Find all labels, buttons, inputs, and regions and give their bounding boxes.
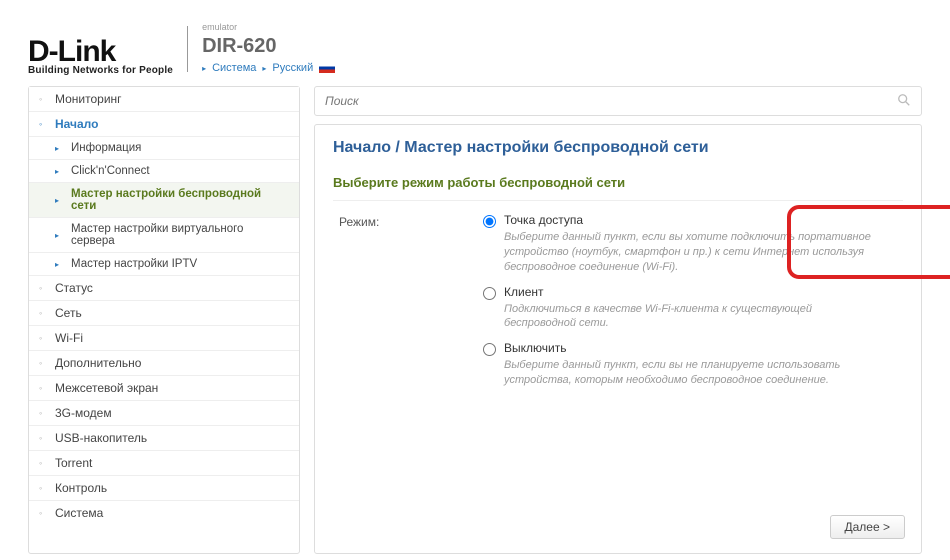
divider bbox=[333, 200, 903, 201]
logo-sub-text: Building Networks for People bbox=[28, 65, 173, 76]
sidebar: Мониторинг Начало Информация Click'n'Connec… bbox=[28, 86, 300, 554]
chevron-icon bbox=[39, 283, 47, 293]
model-name: DIR-620 bbox=[202, 35, 335, 58]
vertical-divider bbox=[187, 26, 188, 72]
emulator-label: emulator bbox=[202, 22, 335, 32]
sidebar-item[interactable]: Wi-Fi bbox=[29, 326, 299, 351]
chevron-icon bbox=[39, 433, 47, 443]
chevron-icon bbox=[39, 383, 47, 393]
mode-option[interactable]: Клиент Подключиться в качестве Wi-Fi-клие… bbox=[483, 285, 903, 332]
search-input[interactable] bbox=[325, 94, 897, 108]
mode-radio[interactable] bbox=[483, 343, 496, 356]
chevron-icon bbox=[39, 458, 47, 468]
sidebar-item-label: Межсетевой экран bbox=[55, 381, 158, 395]
sidebar-item[interactable]: Torrent bbox=[29, 451, 299, 476]
bullet-icon bbox=[55, 196, 63, 205]
content-panel: Начало / Мастер настройки беспроводной с… bbox=[314, 124, 922, 554]
sidebar-item[interactable]: Начало bbox=[29, 112, 299, 137]
sidebar-item-label: Click'n'Connect bbox=[71, 165, 150, 177]
sidebar-item-label: Мастер настройки IPTV bbox=[71, 258, 197, 270]
sidebar-subitem[interactable]: Click'n'Connect bbox=[29, 160, 299, 183]
next-button[interactable]: Далее > bbox=[830, 515, 906, 539]
mode-option-label: Точка доступа bbox=[504, 213, 884, 227]
mode-radio[interactable] bbox=[483, 215, 496, 228]
sidebar-item-label: Torrent bbox=[55, 456, 92, 470]
mode-options: Точка доступа Выберите данный пункт, если… bbox=[483, 213, 903, 398]
mode-radio[interactable] bbox=[483, 287, 496, 300]
logo: D-Link Building Networks for People bbox=[28, 38, 173, 76]
sidebar-item[interactable]: Дополнительно bbox=[29, 351, 299, 376]
mode-option-desc: Выберите данный пункт, если вы хотите по… bbox=[504, 230, 884, 275]
sidebar-item-label: USB-накопитель bbox=[55, 431, 147, 445]
link-system[interactable]: Система bbox=[212, 62, 256, 74]
sidebar-item-label: Контроль bbox=[55, 481, 107, 495]
mode-option-label: Клиент bbox=[504, 285, 884, 299]
sidebar-item[interactable]: Система bbox=[29, 501, 299, 525]
mode-option[interactable]: Точка доступа Выберите данный пункт, если… bbox=[483, 213, 903, 275]
sidebar-item[interactable]: Межсетевой экран bbox=[29, 376, 299, 401]
sidebar-subitem[interactable]: Мастер настройки IPTV bbox=[29, 253, 299, 276]
logo-main-text: D-Link bbox=[28, 38, 173, 65]
sidebar-item[interactable]: Сеть bbox=[29, 301, 299, 326]
mode-label: Режим: bbox=[339, 213, 459, 229]
chevron-icon bbox=[39, 483, 47, 493]
model-block: emulator DIR-620 ▸ Система ▸ Русский bbox=[202, 22, 335, 76]
chevron-icon bbox=[39, 308, 47, 318]
triangle-icon: ▸ bbox=[202, 64, 206, 73]
bullet-icon bbox=[55, 231, 63, 240]
main-area: Начало / Мастер настройки беспроводной с… bbox=[314, 86, 922, 554]
sidebar-item[interactable]: Мониторинг bbox=[29, 87, 299, 112]
sidebar-item-label: Начало bbox=[55, 117, 98, 131]
sidebar-subitem[interactable]: Мастер настройки беспроводной сети bbox=[29, 183, 299, 218]
flag-ru-icon bbox=[319, 63, 335, 73]
mode-option-label: Выключить bbox=[504, 341, 884, 355]
section-title: Выберите режим работы беспроводной сети bbox=[333, 175, 903, 190]
chevron-icon bbox=[39, 94, 47, 104]
sidebar-item-label: Информация bbox=[71, 142, 141, 154]
sidebar-subitem[interactable]: Мастер настройки виртуального сервера bbox=[29, 218, 299, 253]
sidebar-item-label: Мастер настройки виртуального сервера bbox=[71, 223, 289, 247]
triangle-icon: ▸ bbox=[262, 64, 266, 73]
sidebar-item-label: Дополнительно bbox=[55, 356, 141, 370]
search-bar[interactable] bbox=[314, 86, 922, 116]
sidebar-item-label: Wi-Fi bbox=[55, 331, 83, 345]
sidebar-item-label: Мастер настройки беспроводной сети bbox=[71, 188, 289, 212]
sidebar-item-label: Сеть bbox=[55, 306, 82, 320]
sidebar-item-label: 3G-модем bbox=[55, 406, 112, 420]
chevron-icon bbox=[39, 358, 47, 368]
bullet-icon bbox=[55, 144, 63, 153]
mode-option-desc: Подключиться в качестве Wi-Fi-клиента к … bbox=[504, 302, 884, 332]
sidebar-item-label: Статус bbox=[55, 281, 93, 295]
link-language[interactable]: Русский bbox=[272, 62, 313, 74]
bullet-icon bbox=[55, 260, 63, 269]
bullet-icon bbox=[55, 167, 63, 176]
sidebar-item-label: Мониторинг bbox=[55, 92, 122, 106]
chevron-icon bbox=[39, 408, 47, 418]
breadcrumb: Начало / Мастер настройки беспроводной с… bbox=[333, 139, 903, 157]
mode-option[interactable]: Выключить Выберите данный пункт, если вы … bbox=[483, 341, 903, 388]
sidebar-item[interactable]: Статус bbox=[29, 276, 299, 301]
mode-option-desc: Выберите данный пункт, если вы не планир… bbox=[504, 358, 884, 388]
sidebar-item[interactable]: USB-накопитель bbox=[29, 426, 299, 451]
header: D-Link Building Networks for People emul… bbox=[28, 22, 922, 76]
sidebar-item[interactable]: Контроль bbox=[29, 476, 299, 501]
sidebar-item[interactable]: 3G-модем bbox=[29, 401, 299, 426]
search-icon[interactable] bbox=[897, 93, 911, 110]
chevron-icon bbox=[39, 119, 47, 129]
chevron-icon bbox=[39, 333, 47, 343]
sidebar-item-label: Система bbox=[55, 506, 103, 520]
sidebar-subitem[interactable]: Информация bbox=[29, 137, 299, 160]
chevron-icon bbox=[39, 508, 47, 518]
